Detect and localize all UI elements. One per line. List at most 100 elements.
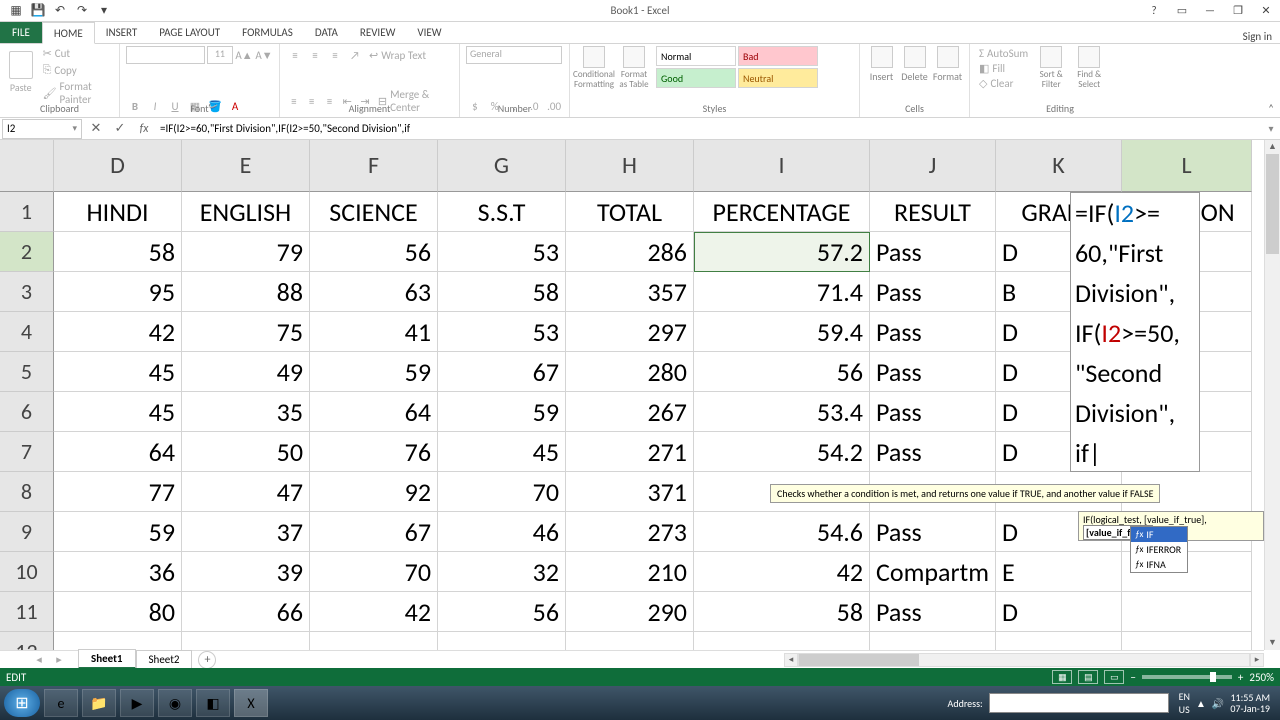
formula-input[interactable] (156, 119, 1262, 139)
row-header-10[interactable]: 10 (0, 552, 54, 592)
spreadsheet-grid[interactable]: DEFGHIJKL 123456789101112 HINDIENGLISHSC… (0, 140, 1264, 650)
col-header-E[interactable]: E (182, 140, 310, 192)
cell-E3[interactable]: 88 (182, 272, 310, 312)
row-header-1[interactable]: 1 (0, 192, 54, 232)
cancel-formula-button[interactable]: ✕ (84, 119, 108, 139)
sign-in-link[interactable]: Sign in (1243, 30, 1272, 43)
cell-D5[interactable]: 45 (54, 352, 182, 392)
cell-G5[interactable]: 67 (438, 352, 566, 392)
cell-F7[interactable]: 76 (310, 432, 438, 472)
row-header-11[interactable]: 11 (0, 592, 54, 632)
cell-I12[interactable] (694, 632, 870, 650)
cell-D4[interactable]: 42 (54, 312, 182, 352)
row-header-6[interactable]: 6 (0, 392, 54, 432)
col-header-K[interactable]: K (996, 140, 1122, 192)
formula-autocomplete[interactable]: ƒxIFƒxIFERRORƒxIFNA (1130, 526, 1188, 573)
shrink-font-icon[interactable]: A▼ (255, 46, 273, 64)
tab-review[interactable]: REVIEW (349, 21, 407, 43)
lang-indicator[interactable]: ENUS (1179, 690, 1190, 716)
cell-J5[interactable]: Pass (870, 352, 996, 392)
cell-H5[interactable]: 280 (566, 352, 694, 392)
hscroll-thumb[interactable] (799, 654, 919, 666)
zoom-slider[interactable] (1142, 675, 1232, 679)
cell-J6[interactable]: Pass (870, 392, 996, 432)
autocomplete-item-IFERROR[interactable]: ƒxIFERROR (1131, 542, 1187, 557)
cell-I11[interactable]: 58 (694, 592, 870, 632)
cell-G4[interactable]: 53 (438, 312, 566, 352)
cell-I2[interactable]: 57.2 (694, 232, 870, 272)
cell-D11[interactable]: 80 (54, 592, 182, 632)
cell-E9[interactable]: 37 (182, 512, 310, 552)
insert-cells-button[interactable]: Insert (866, 46, 897, 83)
sheet-nav-prev-icon[interactable]: ◂ (30, 651, 48, 669)
cell-H2[interactable]: 286 (566, 232, 694, 272)
name-box[interactable]: I2▾ (2, 119, 82, 139)
tab-insert[interactable]: INSERT (95, 21, 149, 43)
autocomplete-item-IFNA[interactable]: ƒxIFNA (1131, 557, 1187, 572)
cell-E2[interactable]: 79 (182, 232, 310, 272)
cell-H4[interactable]: 297 (566, 312, 694, 352)
grow-font-icon[interactable]: A▲ (235, 46, 253, 64)
cell-K12[interactable] (996, 632, 1122, 650)
cell-D6[interactable]: 45 (54, 392, 182, 432)
col-header-H[interactable]: H (566, 140, 694, 192)
cell-D12[interactable] (54, 632, 182, 650)
cell-D8[interactable]: 77 (54, 472, 182, 512)
align-top-icon[interactable]: ≡ (286, 46, 304, 64)
cell-D10[interactable]: 36 (54, 552, 182, 592)
cell-E10[interactable]: 39 (182, 552, 310, 592)
cell-I7[interactable]: 54.2 (694, 432, 870, 472)
row-header-2[interactable]: 2 (0, 232, 54, 272)
orientation-icon[interactable]: ↗ (346, 46, 364, 64)
cell-G1[interactable]: S.S.T (438, 192, 566, 232)
taskbar-media-icon[interactable]: ▶ (120, 689, 154, 717)
clear-button[interactable]: ◇ Clear (976, 76, 1031, 91)
col-header-I[interactable]: I (694, 140, 870, 192)
sort-filter-button[interactable]: Sort & Filter (1033, 46, 1069, 91)
cell-F6[interactable]: 64 (310, 392, 438, 432)
zoom-in-icon[interactable]: + (1238, 671, 1243, 684)
cell-E6[interactable]: 35 (182, 392, 310, 432)
taskbar-ie-icon[interactable]: e (44, 689, 78, 717)
cell-G7[interactable]: 45 (438, 432, 566, 472)
col-header-D[interactable]: D (54, 140, 182, 192)
cell-F12[interactable] (310, 632, 438, 650)
cell-J10[interactable]: Compartm (870, 552, 996, 592)
cell-L2-editing[interactable]: =IF(I2>=60,"FirstDivision",IF(I2>=50,"Se… (1070, 192, 1200, 472)
row-header-8[interactable]: 8 (0, 472, 54, 512)
save-icon[interactable]: 💾 (30, 3, 46, 19)
zoom-level[interactable]: 250% (1249, 671, 1274, 684)
scroll-left-arrow-icon[interactable]: ◂ (784, 653, 798, 667)
page-break-view-button[interactable]: ▭ (1104, 670, 1124, 684)
taskbar-sublime-icon[interactable]: ◧ (196, 689, 230, 717)
cell-H6[interactable]: 267 (566, 392, 694, 432)
cell-I1[interactable]: PERCENTAGE (694, 192, 870, 232)
cell-J1[interactable]: RESULT (870, 192, 996, 232)
number-format-combo[interactable]: General (466, 46, 562, 64)
col-header-J[interactable]: J (870, 140, 996, 192)
cell-K11[interactable]: D (996, 592, 1122, 632)
help-button[interactable]: ? (1140, 2, 1168, 20)
add-sheet-button[interactable]: + (198, 651, 216, 669)
cell-F2[interactable]: 56 (310, 232, 438, 272)
cell-E5[interactable]: 49 (182, 352, 310, 392)
format-as-table-button[interactable]: Format as Table (616, 46, 652, 90)
cell-G11[interactable]: 56 (438, 592, 566, 632)
taskbar-excel-icon[interactable]: X (234, 689, 268, 717)
vertical-scrollbar[interactable]: ▲ ▼ (1264, 140, 1280, 650)
col-header-F[interactable]: F (310, 140, 438, 192)
cell-G9[interactable]: 46 (438, 512, 566, 552)
font-size-combo[interactable]: 11 (207, 46, 233, 64)
cell-E4[interactable]: 75 (182, 312, 310, 352)
autosum-button[interactable]: Σ AutoSum (976, 46, 1031, 61)
fx-icon[interactable]: fx (132, 122, 156, 136)
cell-I6[interactable]: 53.4 (694, 392, 870, 432)
zoom-out-icon[interactable]: − (1130, 671, 1135, 684)
redo-icon[interactable]: ↷ (74, 3, 90, 19)
tab-home[interactable]: HOME (42, 22, 95, 44)
paste-button[interactable]: Paste (6, 46, 36, 94)
cell-D7[interactable]: 64 (54, 432, 182, 472)
cell-G3[interactable]: 58 (438, 272, 566, 312)
row-header-5[interactable]: 5 (0, 352, 54, 392)
page-layout-view-button[interactable]: ▤ (1078, 670, 1098, 684)
